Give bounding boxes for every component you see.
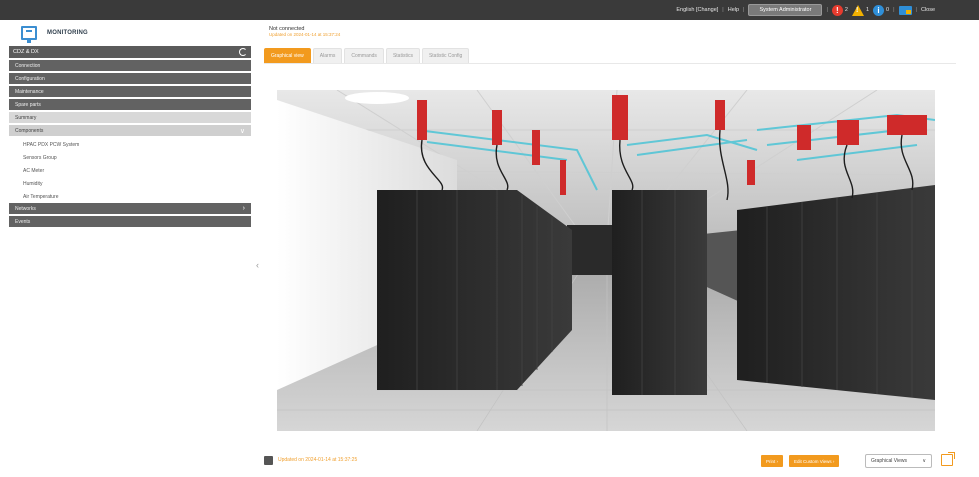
footer-timestamp: Updated on 2024-01-14 at 15:37:25 [278,457,358,463]
user-button[interactable]: System Administrator [748,4,823,16]
monitor-icon [21,26,37,43]
sidebar-item-label: Summary [15,114,37,121]
edit-custom-views-button[interactable]: Edit Custom Views › [789,455,840,467]
close-link[interactable]: Close [921,7,935,13]
calendar-icon [264,456,273,465]
sidebar-item-spare-parts[interactable]: Spare parts [9,99,251,110]
datacenter-view[interactable] [277,90,935,431]
brand-title: MONITORING [47,30,88,36]
footer-bar: Updated on 2024-01-14 at 15:37:25 Print … [264,452,964,469]
component-item[interactable]: Air Temperature [9,190,251,203]
sidebar-item-connection[interactable]: Connection [9,60,251,71]
separator: | [915,7,917,13]
warning-icon: ! [851,4,864,16]
warning-indicator[interactable]: ! 1 [851,4,869,16]
warning-count: 1 [865,7,869,13]
tab-graphical-view[interactable]: Graphical view [264,48,311,63]
sidebar-item-summary[interactable]: Summary [9,112,251,123]
chevron-down-icon: ∨ [239,127,245,135]
help-link[interactable]: Help [728,7,739,13]
alarm-indicator[interactable]: ! 2 [831,4,848,16]
connection-status: Not connected Updated on 2024-01-14 at 1… [269,26,340,37]
message-icon[interactable] [898,5,912,15]
info-indicator[interactable]: i 0 [873,4,890,16]
sidebar-item-components[interactable]: Components ∨ [9,125,251,136]
update-timestamp: Updated on 2024-01-14 at 15:37:24 [269,32,341,37]
info-icon: i [873,4,884,16]
sidebar-item-label: Configuration [15,75,45,82]
sidebar-item-label: Spare parts [15,101,41,108]
brand: MONITORING [9,20,251,46]
print-button[interactable]: Print › [761,455,784,467]
separator: | [893,7,895,13]
sidebar-item-maintenance[interactable]: Maintenance [9,86,251,97]
sidebar-item-label: Networks [15,205,36,212]
top-bar: English [Change] | Help | System Adminis… [0,0,979,20]
sidebar-item-label: Connection [15,62,41,69]
export-icon[interactable] [941,452,955,466]
tab-divider [264,63,956,64]
tab-statistics[interactable]: Statistics [385,48,420,63]
main-panel: Not connected Updated on 2024-01-14 at 1… [264,20,964,477]
chevron-down-icon: ∨ [922,458,926,464]
sidebar-item-configuration[interactable]: Configuration [9,73,251,84]
collapse-sidebar-icon[interactable]: ‹ [256,260,259,270]
site-name: CDZ & DX [13,49,39,55]
separator: | [743,7,745,13]
sidebar: MONITORING CDZ & DX Connection Configura… [9,20,251,477]
tab-commands[interactable]: Commands [344,48,384,63]
component-item[interactable]: Sensors Group [9,151,251,164]
separator: | [826,7,828,13]
alarm-icon: ! [831,4,843,16]
sidebar-item-label: Events [15,218,31,225]
view-select-value: Graphical Views [871,458,908,464]
info-count: 0 [886,7,890,13]
component-item[interactable]: AC Meter [9,164,251,177]
sidebar-item-networks[interactable]: Networks › [9,203,251,214]
view-select[interactable]: Graphical Views ∨ [865,454,932,468]
language-link[interactable]: English [Change] [676,7,718,13]
chevron-right-icon: › [242,205,245,212]
sidebar-item-label: Maintenance [15,88,44,95]
tab-alarms[interactable]: Alarms [312,48,343,63]
refresh-icon[interactable] [239,48,247,56]
sidebar-item-events[interactable]: Events [9,216,251,227]
component-item[interactable]: Humidity [9,177,251,190]
alarm-count: 2 [844,7,848,13]
datacenter-illustration [277,90,935,431]
sidebar-item-label: Components [15,127,44,134]
site-selector[interactable]: CDZ & DX [9,46,251,58]
component-item[interactable]: HPAC PDX PCW System [9,138,251,151]
tab-bar: Graphical view Alarms Commands Statistic… [264,48,470,63]
tab-statistic-config[interactable]: Statistic Config [421,48,470,63]
separator: | [722,7,724,13]
